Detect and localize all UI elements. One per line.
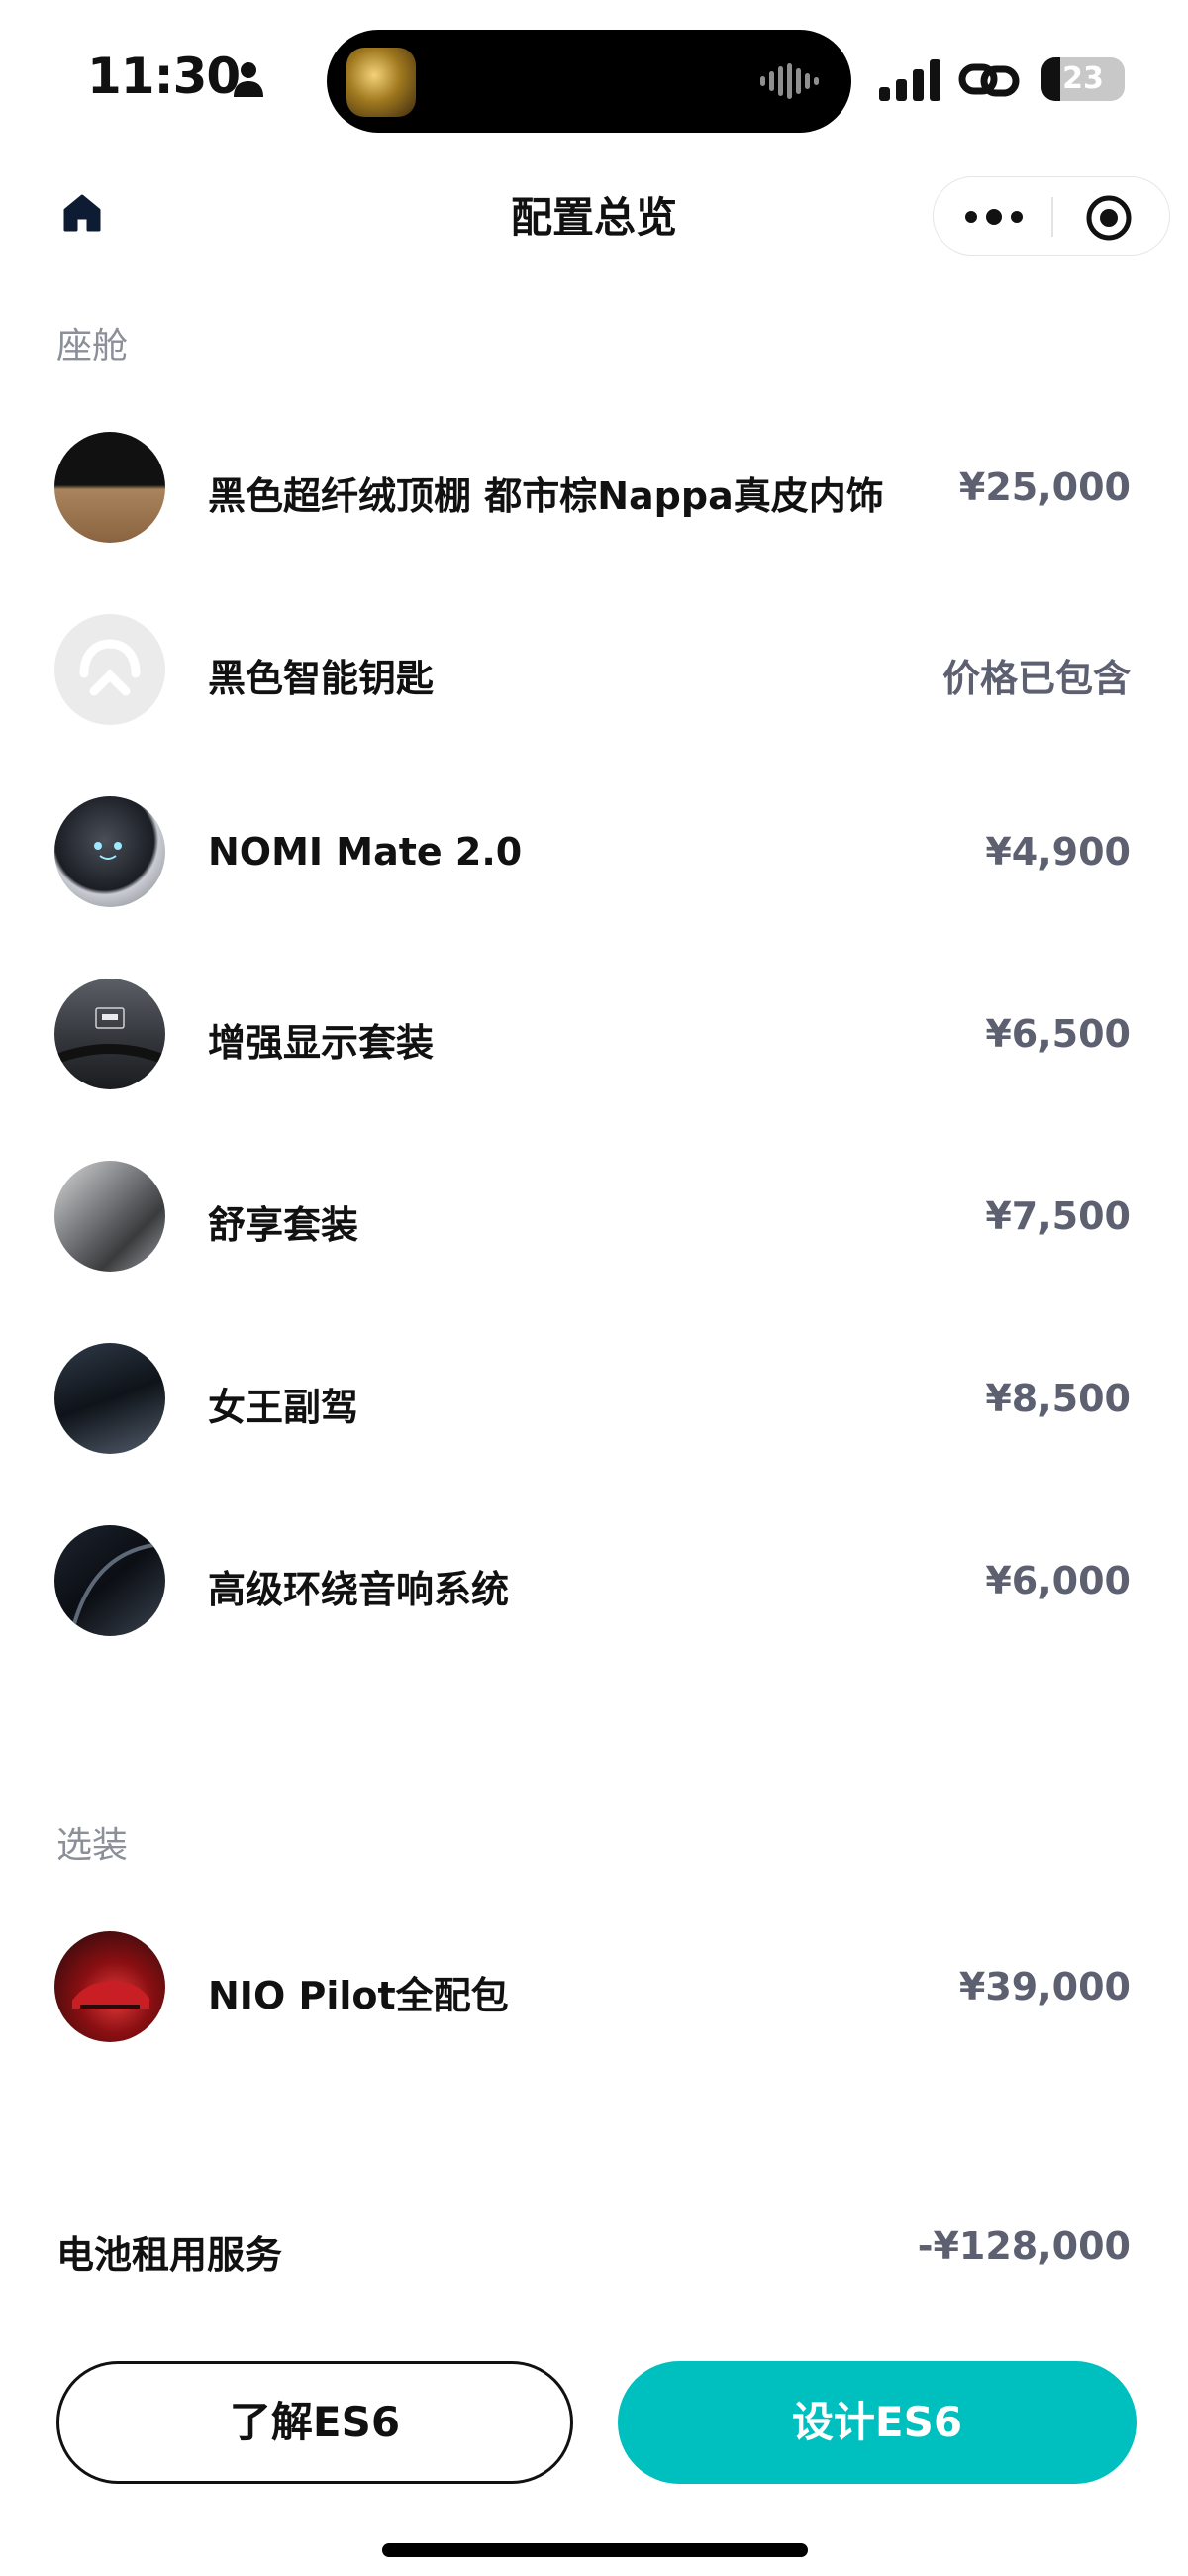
list-item[interactable]: NOMI Mate 2.0 ¥4,900: [0, 792, 1188, 911]
home-indicator[interactable]: [382, 2543, 808, 2557]
status-time: 11:30: [87, 48, 241, 105]
ceiling-thumbnail: [54, 432, 165, 543]
item-price: ¥25,000: [958, 465, 1131, 509]
list-item[interactable]: 舒享套装 ¥7,500: [0, 1157, 1188, 1276]
battery-service-row: 电池租用服务 -¥128,000: [0, 2218, 1188, 2278]
design-es6-button[interactable]: 设计ES6: [618, 2361, 1137, 2484]
car-icon: [72, 1981, 149, 2009]
queen-seat-thumbnail: [54, 1343, 165, 1454]
nio-logo-icon: [79, 639, 141, 696]
audio-wave-icon: [760, 63, 819, 99]
section-label-options: 选装: [56, 1825, 129, 1866]
dynamic-island[interactable]: [327, 30, 851, 133]
item-label: 增强显示套装: [208, 1021, 435, 1065]
more-icon[interactable]: [963, 199, 1025, 235]
audio-system-thumbnail: [54, 1525, 165, 1636]
speaker-panel-icon: [72, 1543, 154, 1625]
display-thumbnail: [54, 979, 165, 1089]
item-price: 价格已包含: [941, 657, 1131, 700]
nav-bar: 配置总览: [0, 168, 1188, 258]
miniapp-capsule: [933, 176, 1170, 256]
item-price: ¥39,000: [958, 1965, 1131, 2009]
learn-es6-button[interactable]: 了解ES6: [56, 2361, 573, 2484]
section-label-cabin: 座舱: [56, 326, 129, 366]
person-icon: [234, 62, 263, 97]
signal-icon: [879, 59, 940, 101]
list-item[interactable]: 女王副驾 ¥8,500: [0, 1339, 1188, 1458]
smart-key-thumbnail: [54, 614, 165, 725]
capsule-divider: [1051, 197, 1053, 237]
status-bar: 11:30 23: [0, 0, 1188, 158]
item-price: ¥8,500: [985, 1377, 1131, 1420]
item-price: ¥7,500: [985, 1194, 1131, 1238]
hud-display-icon: [54, 1007, 165, 1065]
link-icon: [958, 63, 1020, 97]
battery-service-label: 电池租用服务: [56, 2233, 283, 2277]
battery-level: 23: [1062, 61, 1104, 96]
item-label: 女王副驾: [208, 1386, 359, 1429]
nomi-face-icon: [94, 842, 122, 860]
item-price: ¥6,500: [985, 1012, 1131, 1056]
item-price: ¥6,000: [985, 1559, 1131, 1602]
battery-service-value: -¥128,000: [917, 2224, 1131, 2268]
app-thumbnail-icon[interactable]: [346, 48, 416, 117]
item-label: NIO Pilot全配包: [208, 1974, 509, 2017]
pilot-car-thumbnail: [54, 1931, 165, 2042]
comfort-seat-thumbnail: [54, 1161, 165, 1272]
item-label: NOMI Mate 2.0: [208, 830, 523, 874]
item-label: 高级环绕音响系统: [208, 1568, 510, 1611]
battery-icon: 23: [1041, 57, 1125, 101]
list-item[interactable]: 高级环绕音响系统 ¥6,000: [0, 1521, 1188, 1640]
target-icon[interactable]: [1084, 193, 1134, 243]
list-item[interactable]: NIO Pilot全配包 ¥39,000: [0, 1927, 1188, 2046]
list-item[interactable]: 黑色超纤绒顶棚 都市棕Nappa真皮内饰 ¥25,000: [0, 428, 1188, 547]
item-label: 黑色超纤绒顶棚 都市棕Nappa真皮内饰: [208, 474, 884, 518]
item-label: 黑色智能钥匙: [208, 657, 435, 700]
list-item[interactable]: 黑色智能钥匙 价格已包含: [0, 610, 1188, 729]
nomi-thumbnail: [54, 796, 165, 907]
item-label: 舒享套装: [208, 1203, 359, 1247]
item-price: ¥4,900: [985, 830, 1131, 874]
list-item[interactable]: 增强显示套装 ¥6,500: [0, 975, 1188, 1093]
